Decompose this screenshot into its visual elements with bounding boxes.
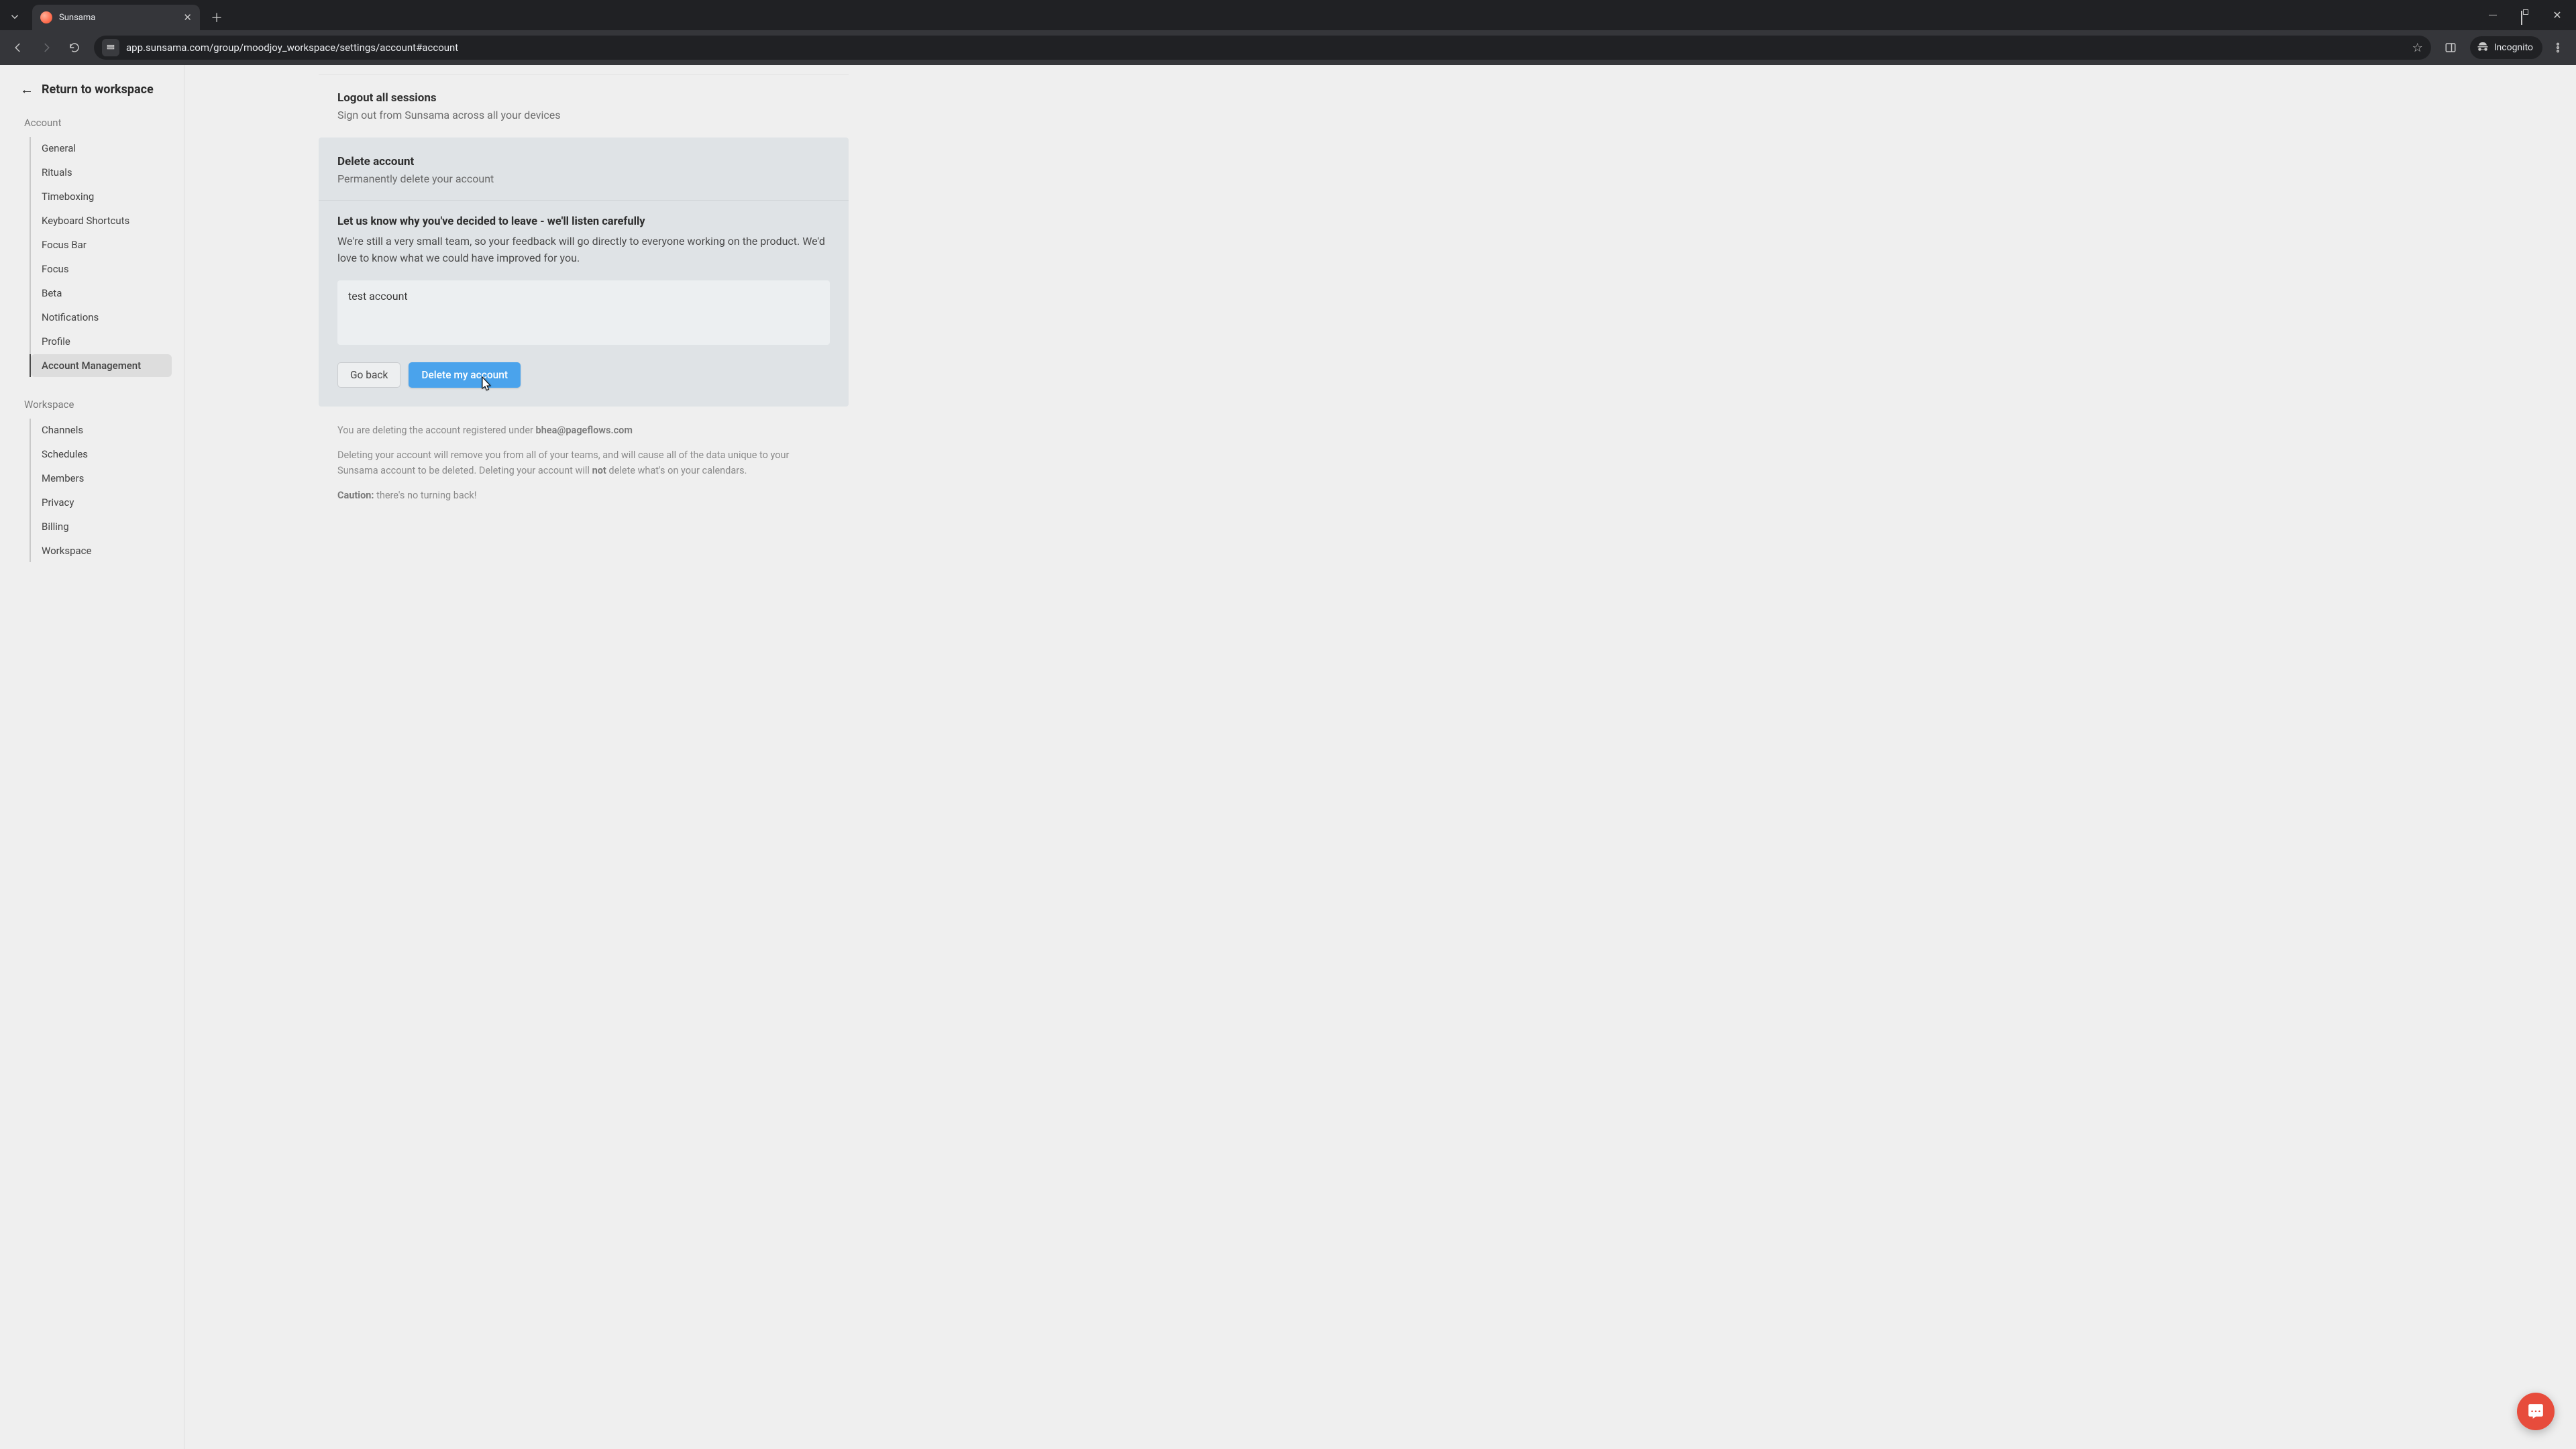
browser-toolbar: app.sunsama.com/group/moodjoy_workspace/… bbox=[0, 30, 2576, 65]
logout-subtitle: Sign out from Sunsama across all your de… bbox=[337, 109, 830, 121]
logout-title: Logout all sessions bbox=[337, 91, 830, 105]
fineprint-pre: You are deleting the account registered … bbox=[337, 425, 536, 436]
sidebar-item-keyboard-shortcuts[interactable]: Keyboard Shortcuts bbox=[31, 209, 172, 232]
sidebar-item-focus[interactable]: Focus bbox=[31, 258, 172, 280]
intercom-chat-button[interactable] bbox=[2517, 1393, 2555, 1430]
bookmark-star-icon[interactable]: ☆ bbox=[2412, 41, 2423, 55]
tab-title: Sunsama bbox=[59, 13, 176, 23]
sidebar-item-billing[interactable]: Billing bbox=[31, 515, 172, 538]
sidebar-item-account-management[interactable]: Account Management bbox=[31, 354, 172, 377]
sidebar-item-timeboxing[interactable]: Timeboxing bbox=[31, 185, 172, 208]
sidebar-item-general[interactable]: General bbox=[31, 137, 172, 160]
sidebar-section-workspace: Workspace bbox=[0, 394, 176, 417]
sidebar-item-rituals[interactable]: Rituals bbox=[31, 161, 172, 184]
sidebar-item-beta[interactable]: Beta bbox=[31, 282, 172, 305]
window-maximize-button[interactable] bbox=[2509, 3, 2541, 28]
sidebar-item-members[interactable]: Members bbox=[31, 467, 172, 490]
delete-account-panel: Delete account Permanently delete your a… bbox=[319, 138, 849, 407]
sidebar-item-notifications[interactable]: Notifications bbox=[31, 306, 172, 329]
browser-menu-button[interactable] bbox=[2545, 35, 2571, 60]
delete-my-account-button[interactable]: Delete my account bbox=[409, 362, 521, 388]
incognito-icon bbox=[2477, 40, 2489, 55]
address-bar[interactable]: app.sunsama.com/group/moodjoy_workspace/… bbox=[94, 36, 2431, 60]
browser-tab-active[interactable]: Sunsama ✕ bbox=[32, 5, 200, 30]
sidebar-section-account: Account bbox=[0, 113, 176, 136]
caution-text: there's no turning back! bbox=[374, 490, 477, 501]
url-text: app.sunsama.com/group/moodjoy_workspace/… bbox=[126, 42, 2407, 54]
sunsama-favicon bbox=[40, 11, 52, 23]
tab-close-icon[interactable]: ✕ bbox=[183, 11, 192, 23]
logout-sessions-block[interactable]: Logout all sessions Sign out from Sunsam… bbox=[319, 74, 849, 138]
nav-back-button[interactable] bbox=[5, 35, 31, 60]
return-label: Return to workspace bbox=[42, 83, 154, 97]
go-back-button[interactable]: Go back bbox=[337, 362, 400, 388]
delete-fineprint: You are deleting the account registered … bbox=[319, 407, 849, 504]
nav-forward-button[interactable] bbox=[34, 35, 59, 60]
feedback-textarea[interactable] bbox=[337, 280, 830, 345]
tab-search-dropdown[interactable] bbox=[1, 3, 28, 30]
sidebar-item-schedules[interactable]: Schedules bbox=[31, 443, 172, 466]
nav-group-account: GeneralRitualsTimeboxingKeyboard Shortcu… bbox=[30, 137, 176, 377]
browser-tabstrip: Sunsama ✕ ＋ ✕ bbox=[0, 0, 2576, 30]
new-tab-button[interactable]: ＋ bbox=[207, 7, 227, 28]
nav-reload-button[interactable] bbox=[62, 35, 87, 60]
fineprint-2b: delete what's on your calendars. bbox=[606, 465, 747, 476]
sidebar-item-channels[interactable]: Channels bbox=[31, 419, 172, 441]
fineprint-not: not bbox=[592, 465, 606, 476]
caution-label: Caution: bbox=[337, 490, 374, 501]
delete-feedback-section: Let us know why you've decided to leave … bbox=[319, 201, 849, 407]
site-info-icon[interactable] bbox=[102, 39, 119, 56]
delete-subtitle: Permanently delete your account bbox=[337, 172, 830, 185]
arrow-left-icon: ← bbox=[20, 81, 34, 98]
sidebar-item-workspace[interactable]: Workspace bbox=[31, 539, 172, 562]
window-minimize-button[interactable] bbox=[2477, 3, 2509, 28]
feedback-title: Let us know why you've decided to leave … bbox=[337, 215, 830, 228]
fineprint-email: bhea@pageflows.com bbox=[536, 425, 633, 436]
settings-sidebar: ← Return to workspace Account GeneralRit… bbox=[0, 65, 184, 1449]
return-to-workspace-link[interactable]: ← Return to workspace bbox=[0, 81, 184, 113]
incognito-indicator[interactable]: Incognito bbox=[2470, 36, 2542, 59]
feedback-desc: We're still a very small team, so your f… bbox=[337, 233, 830, 267]
delete-title: Delete account bbox=[337, 155, 830, 168]
incognito-label: Incognito bbox=[2494, 42, 2533, 53]
delete-account-header: Delete account Permanently delete your a… bbox=[319, 138, 849, 200]
side-panel-button[interactable] bbox=[2438, 35, 2463, 60]
window-close-button[interactable]: ✕ bbox=[2541, 3, 2573, 28]
sidebar-item-privacy[interactable]: Privacy bbox=[31, 491, 172, 514]
nav-group-workspace: ChannelsSchedulesMembersPrivacyBillingWo… bbox=[30, 419, 176, 562]
settings-main: Logout all sessions Sign out from Sunsam… bbox=[184, 65, 2576, 1449]
sidebar-item-profile[interactable]: Profile bbox=[31, 330, 172, 353]
sidebar-item-focus-bar[interactable]: Focus Bar bbox=[31, 233, 172, 256]
